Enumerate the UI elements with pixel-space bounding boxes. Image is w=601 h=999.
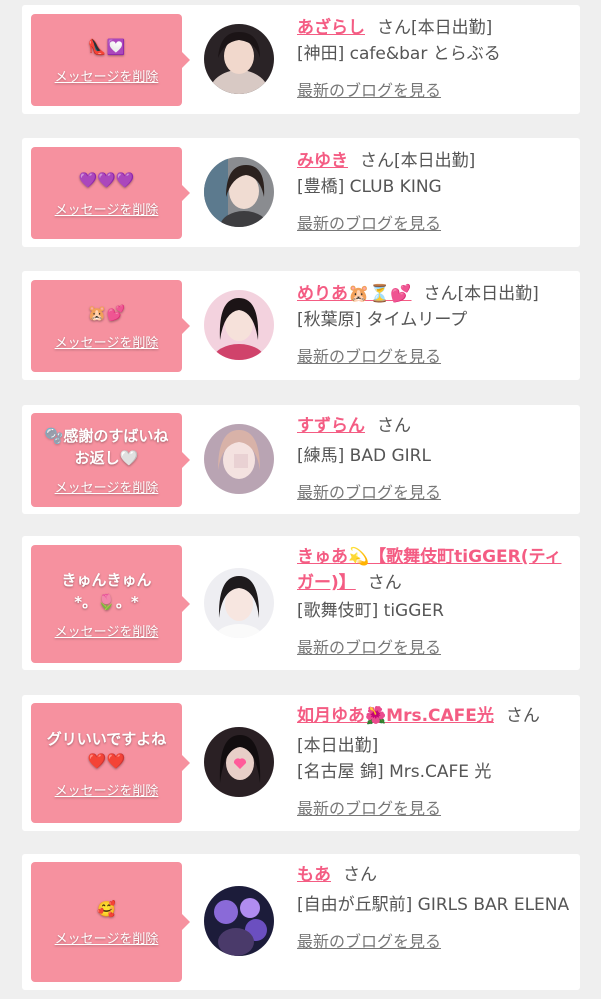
work-status: [本日出勤]	[297, 736, 379, 756]
avatar-image	[204, 424, 274, 494]
cast-name-link[interactable]: もあ	[297, 865, 331, 885]
cast-info: めりあ🐹⏳💕 さん[本日出勤] [秋葉原] タイムリープ 最新のブログを見る	[297, 281, 572, 367]
cast-name-link[interactable]: みゆき	[297, 151, 348, 171]
cast-card: 🫧感謝のすばいね お返し🤍 メッセージを削除 すずらん さん [練馬] BAD G…	[22, 405, 580, 514]
san-suffix: さん	[505, 706, 540, 726]
shop-label: [名古屋 錦] Mrs.CAFE 光	[297, 762, 492, 782]
delete-message-link[interactable]: メッセージを削除	[55, 621, 159, 640]
delete-message-link[interactable]: メッセージを削除	[55, 928, 159, 947]
blog-link[interactable]: 最新のブログを見る	[297, 795, 572, 819]
message-text: きゅんきゅん *。🌷。*	[61, 570, 152, 611]
message-bubble: グリいいですよね ❤️❤️ メッセージを削除	[31, 703, 190, 823]
blog-link[interactable]: 最新のブログを見る	[297, 479, 572, 503]
cast-card: 👠💟 メッセージを削除 あざらし さん[本日出勤] [神田] cafe&bar と…	[22, 5, 580, 114]
san-suffix: さん	[377, 18, 411, 38]
message-bubble: 👠💟 メッセージを削除	[31, 14, 190, 106]
message-text: 🫧感謝のすばいね お返し🤍	[44, 426, 169, 467]
shop-label: [秋葉原] タイムリープ	[297, 310, 468, 330]
message-bubble: 💜💜💜 メッセージを削除	[31, 147, 190, 239]
blog-link[interactable]: 最新のブログを見る	[297, 77, 572, 101]
delete-message-link[interactable]: メッセージを削除	[55, 780, 159, 799]
message-text: 🐹💕	[87, 303, 126, 322]
cast-info: すずらん さん [練馬] BAD GIRL 最新のブログを見る	[297, 413, 572, 503]
cast-card: グリいいですよね ❤️❤️ メッセージを削除 如月ゆあ🌺Mrs.CAFE光 さん …	[22, 695, 580, 831]
blog-link[interactable]: 最新のブログを見る	[297, 928, 572, 952]
delete-message-link[interactable]: メッセージを削除	[55, 66, 159, 85]
work-status: [本日出勤]	[411, 18, 493, 38]
cast-info: 如月ゆあ🌺Mrs.CAFE光 さん [本日出勤] [名古屋 錦] Mrs.CAFE…	[297, 703, 572, 819]
message-bubble: 🥰 メッセージを削除	[31, 862, 190, 982]
avatar-image	[204, 290, 274, 360]
name-line: あざらし さん[本日出勤]	[297, 15, 572, 41]
delete-message-link[interactable]: メッセージを削除	[55, 477, 159, 496]
work-status: [本日出勤]	[457, 284, 539, 304]
cast-name-link[interactable]: あざらし	[297, 18, 365, 38]
avatar-image	[204, 886, 274, 956]
san-suffix: さん	[423, 284, 458, 304]
blog-link[interactable]: 最新のブログを見る	[297, 634, 572, 658]
message-bubble: 🐹💕 メッセージを削除	[31, 280, 190, 372]
favorites-list: 👠💟 メッセージを削除 あざらし さん[本日出勤] [神田] cafe&bar と…	[0, 0, 601, 999]
avatar[interactable]	[204, 24, 274, 94]
message-bubble: 🫧感謝のすばいね お返し🤍 メッセージを削除	[31, 413, 190, 507]
shop-label: [自由が丘駅前] GIRLS BAR ELENA	[297, 895, 570, 915]
name-line: もあ さん	[297, 862, 572, 888]
message-text: 🥰	[97, 899, 116, 918]
cast-card: 💜💜💜 メッセージを削除 みゆき さん[本日出勤] [豊橋] CLUB KING …	[22, 138, 580, 247]
shop-label: [神田] cafe&bar とらぶる	[297, 44, 501, 64]
cast-info: みゆき さん[本日出勤] [豊橋] CLUB KING 最新のブログを見る	[297, 148, 572, 234]
shop-label: [豊橋] CLUB KING	[297, 177, 442, 197]
cast-info: あざらし さん[本日出勤] [神田] cafe&bar とらぶる 最新のブログを見…	[297, 15, 572, 101]
avatar[interactable]	[204, 424, 274, 494]
shop-label: [歌舞伎町] tiGGER	[297, 601, 444, 621]
san-suffix: さん	[377, 416, 411, 436]
avatar[interactable]	[204, 157, 274, 227]
name-line: すずらん さん	[297, 413, 572, 439]
avatar[interactable]	[204, 568, 274, 638]
name-line: きゅあ💫【歌舞伎町tiGGER(ティガー)】 さん	[297, 544, 572, 596]
name-line: めりあ🐹⏳💕 さん[本日出勤]	[297, 281, 572, 307]
message-text: 💜💜💜	[78, 170, 135, 189]
shop-label: [練馬] BAD GIRL	[297, 446, 431, 466]
name-line: 如月ゆあ🌺Mrs.CAFE光 さん	[297, 703, 572, 729]
san-suffix: さん	[343, 865, 377, 885]
delete-message-link[interactable]: メッセージを削除	[55, 332, 159, 351]
avatar-image	[204, 157, 274, 227]
blog-link[interactable]: 最新のブログを見る	[297, 210, 572, 234]
cast-card: きゅんきゅん *。🌷。* メッセージを削除 きゅあ💫【歌舞伎町tiGGER(ティ…	[22, 536, 580, 670]
name-line: みゆき さん[本日出勤]	[297, 148, 572, 174]
cast-card: 🐹💕 メッセージを削除 めりあ🐹⏳💕 さん[本日出勤] [秋葉原] タイムリープ …	[22, 271, 580, 380]
cast-info: もあ さん [自由が丘駅前] GIRLS BAR ELENA 最新のブログを見る	[297, 862, 572, 952]
message-text: 👠💟	[87, 37, 126, 56]
cast-name-link[interactable]: めりあ🐹⏳💕	[297, 284, 412, 304]
delete-message-link[interactable]: メッセージを削除	[55, 199, 159, 218]
cast-card: 🥰 メッセージを削除 もあ さん [自由が丘駅前] GIRLS BAR ELENA…	[22, 854, 580, 990]
avatar[interactable]	[204, 727, 274, 797]
message-text: グリいいですよね ❤️❤️	[46, 729, 167, 770]
avatar-image	[204, 727, 274, 797]
avatar-image	[204, 568, 274, 638]
message-bubble: きゅんきゅん *。🌷。* メッセージを削除	[31, 545, 190, 663]
avatar[interactable]	[204, 290, 274, 360]
avatar-image	[204, 24, 274, 94]
cast-info: きゅあ💫【歌舞伎町tiGGER(ティガー)】 さん [歌舞伎町] tiGGER 最…	[297, 544, 572, 658]
cast-name-link[interactable]: すずらん	[297, 416, 365, 436]
work-status: [本日出勤]	[394, 151, 476, 171]
cast-name-link[interactable]: 如月ゆあ🌺Mrs.CAFE光	[297, 706, 494, 726]
san-suffix: さん	[360, 151, 394, 171]
cast-name-link[interactable]: きゅあ💫【歌舞伎町tiGGER(ティガー)】	[297, 547, 561, 593]
blog-link[interactable]: 最新のブログを見る	[297, 343, 572, 367]
avatar[interactable]	[204, 886, 274, 956]
san-suffix: さん	[367, 573, 402, 593]
